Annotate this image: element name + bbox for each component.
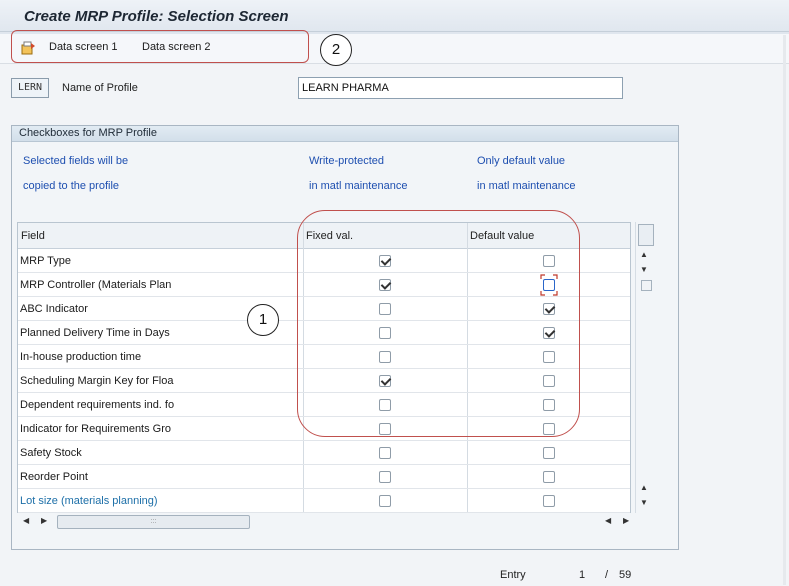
table-row[interactable]: In-house production time bbox=[18, 345, 630, 369]
column-header-default-value[interactable]: Default value bbox=[470, 230, 534, 242]
default-value-checkbox[interactable] bbox=[543, 399, 555, 411]
annotation-marker-1: 1 bbox=[247, 304, 279, 336]
entry-current: 1 bbox=[579, 569, 586, 581]
field-name: Planned Delivery Time in Days bbox=[20, 327, 170, 339]
note-default-only: Only default value bbox=[477, 155, 566, 167]
data-screen-icon[interactable] bbox=[20, 40, 36, 56]
scroll-thumb[interactable] bbox=[641, 280, 652, 291]
default-value-checkbox[interactable] bbox=[543, 447, 555, 459]
scroll-up-icon[interactable]: ▲ bbox=[640, 483, 648, 492]
scroll-down-icon[interactable]: ▼ bbox=[640, 265, 648, 274]
column-settings-button[interactable] bbox=[638, 224, 654, 246]
data-screen-1-button[interactable]: Data screen 1 bbox=[49, 41, 117, 53]
table-row[interactable]: Reorder Point bbox=[18, 465, 630, 489]
application-toolbar: Data screen 1 Data screen 2 bbox=[0, 34, 789, 64]
field-name: MRP Controller (Materials Plan bbox=[20, 279, 172, 291]
scroll-right-icon[interactable]: ▶ bbox=[41, 516, 47, 525]
note-default-only-sub: in matl maintenance bbox=[477, 180, 576, 192]
table-row[interactable]: Indicator for Requirements Gro bbox=[18, 417, 630, 441]
scroll-up-icon[interactable]: ▲ bbox=[640, 250, 648, 259]
default-value-checkbox[interactable] bbox=[543, 495, 555, 507]
group-title: Checkboxes for MRP Profile bbox=[12, 126, 678, 142]
title-bar: Create MRP Profile: Selection Screen bbox=[0, 0, 789, 34]
fixed-value-checkbox[interactable] bbox=[379, 255, 391, 267]
default-value-checkbox[interactable] bbox=[543, 279, 555, 291]
title-divider bbox=[0, 31, 789, 32]
table-row[interactable]: Lot size (materials planning) bbox=[18, 489, 630, 513]
note-selected-fields: Selected fields will be bbox=[23, 155, 129, 167]
note-write-protected-sub: in matl maintenance bbox=[309, 180, 408, 192]
entry-separator: / bbox=[605, 569, 609, 581]
default-value-checkbox[interactable] bbox=[543, 255, 555, 267]
fixed-value-checkbox[interactable] bbox=[379, 375, 391, 387]
vertical-scrollbar[interactable]: ▲ ▼ ▲ ▼ bbox=[635, 222, 655, 513]
field-name: ABC Indicator bbox=[20, 303, 88, 315]
table-row[interactable]: MRP Type bbox=[18, 249, 630, 273]
horizontal-scrollbar[interactable]: ◀ ▶ ::: ◀ ▶ bbox=[17, 513, 631, 531]
field-name: In-house production time bbox=[20, 351, 142, 363]
note-write-protected: Write-protected bbox=[309, 155, 384, 167]
default-value-checkbox[interactable] bbox=[543, 303, 555, 315]
table-row[interactable]: Planned Delivery Time in Days bbox=[18, 321, 630, 345]
page-title: Create MRP Profile: Selection Screen bbox=[24, 8, 289, 25]
field-name: Lot size (materials planning) bbox=[20, 495, 158, 507]
scroll-right-icon[interactable]: ▶ bbox=[623, 516, 629, 525]
fixed-value-checkbox[interactable] bbox=[379, 495, 391, 507]
fixed-value-checkbox[interactable] bbox=[379, 279, 391, 291]
field-name: Scheduling Margin Key for Floa bbox=[20, 375, 174, 387]
scroll-left-icon[interactable]: ◀ bbox=[23, 516, 29, 525]
column-header-fixed-value[interactable]: Fixed val. bbox=[306, 230, 353, 242]
default-value-checkbox[interactable] bbox=[543, 327, 555, 339]
table-header: Field Fixed val. Default value bbox=[18, 223, 630, 249]
default-value-checkbox[interactable] bbox=[543, 375, 555, 387]
fixed-value-checkbox[interactable] bbox=[379, 447, 391, 459]
annotation-marker-2: 2 bbox=[320, 34, 352, 66]
fields-table: Field Fixed val. Default value MRP Type M… bbox=[17, 222, 631, 513]
field-name: Reorder Point bbox=[20, 471, 88, 483]
profile-key: LERN bbox=[11, 78, 49, 98]
scroll-down-icon[interactable]: ▼ bbox=[640, 498, 648, 507]
field-name: Dependent requirements ind. fo bbox=[20, 399, 175, 411]
horizontal-scroll-thumb[interactable]: ::: bbox=[57, 515, 250, 529]
entry-label: Entry bbox=[500, 569, 526, 581]
field-name: Indicator for Requirements Gro bbox=[20, 423, 172, 435]
table-row[interactable]: ABC Indicator bbox=[18, 297, 630, 321]
field-name: MRP Type bbox=[20, 255, 71, 267]
fixed-value-checkbox[interactable] bbox=[379, 423, 391, 435]
table-row[interactable]: Scheduling Margin Key for Floa bbox=[18, 369, 630, 393]
table-row[interactable]: Dependent requirements ind. fo bbox=[18, 393, 630, 417]
fixed-value-checkbox[interactable] bbox=[379, 303, 391, 315]
default-value-checkbox[interactable] bbox=[543, 351, 555, 363]
default-value-checkbox[interactable] bbox=[543, 423, 555, 435]
data-screen-2-button[interactable]: Data screen 2 bbox=[142, 41, 210, 53]
column-header-field[interactable]: Field bbox=[21, 230, 45, 242]
fixed-value-checkbox[interactable] bbox=[379, 399, 391, 411]
fixed-value-checkbox[interactable] bbox=[379, 327, 391, 339]
profile-name-input[interactable] bbox=[298, 77, 623, 99]
table-row[interactable]: MRP Controller (Materials Plan bbox=[18, 273, 630, 297]
window-edge bbox=[783, 35, 786, 585]
fixed-value-checkbox[interactable] bbox=[379, 351, 391, 363]
table-row[interactable]: Safety Stock bbox=[18, 441, 630, 465]
field-name: Safety Stock bbox=[20, 447, 82, 459]
scroll-left-icon[interactable]: ◀ bbox=[605, 516, 611, 525]
entry-total: 59 bbox=[619, 569, 632, 581]
fixed-value-checkbox[interactable] bbox=[379, 471, 391, 483]
profile-name-label: Name of Profile bbox=[62, 82, 138, 94]
default-value-checkbox[interactable] bbox=[543, 471, 555, 483]
note-copied-to-profile: copied to the profile bbox=[23, 180, 120, 192]
